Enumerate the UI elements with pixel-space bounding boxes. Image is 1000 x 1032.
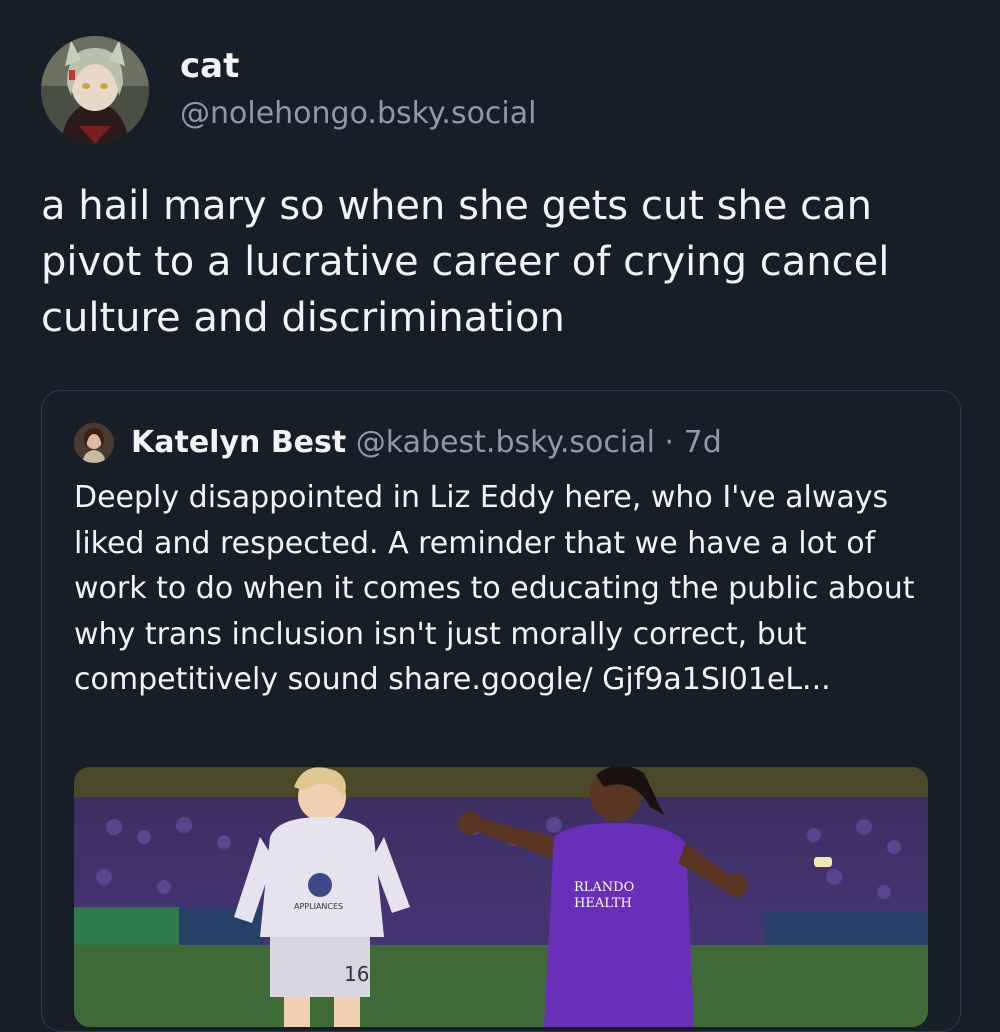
quoted-author-avatar[interactable] — [74, 423, 114, 463]
author-avatar[interactable] — [41, 36, 149, 144]
quoted-post-image[interactable]: APPLIANCES 16 RLANDO HEALTH — [74, 767, 928, 1027]
soccer-photo: APPLIANCES 16 RLANDO HEALTH — [74, 767, 928, 1027]
quoted-author-handle[interactable]: @kabest.bsky.social — [356, 425, 655, 460]
quoted-author-name[interactable]: Katelyn Best — [131, 425, 346, 460]
quoted-post-text: Deeply disappointed in Liz Eddy here, wh… — [74, 480, 915, 697]
quoted-avatar-image — [74, 423, 114, 463]
kit-text-line1: RLANDO — [574, 880, 634, 895]
quoted-post-time[interactable]: 7d — [684, 425, 722, 460]
author-handle[interactable]: @nolehongo.bsky.social — [180, 96, 536, 131]
sponsor-text: APPLIANCES — [294, 902, 343, 911]
post-text: a hail mary so when she gets cut she can… — [41, 183, 890, 341]
meta-separator: · — [664, 425, 675, 460]
quoted-post-header: Katelyn Best @kabest.bsky.social · 7d — [131, 423, 722, 463]
shirt-number: 16 — [344, 962, 369, 986]
quoted-post[interactable]: Katelyn Best @kabest.bsky.social · 7d De… — [41, 390, 961, 1032]
author-name[interactable]: cat — [180, 46, 239, 86]
kit-text-line2: HEALTH — [574, 896, 632, 911]
post: cat @nolehongo.bsky.social a hail mary s… — [0, 0, 1000, 1032]
avatar-image — [41, 36, 149, 144]
